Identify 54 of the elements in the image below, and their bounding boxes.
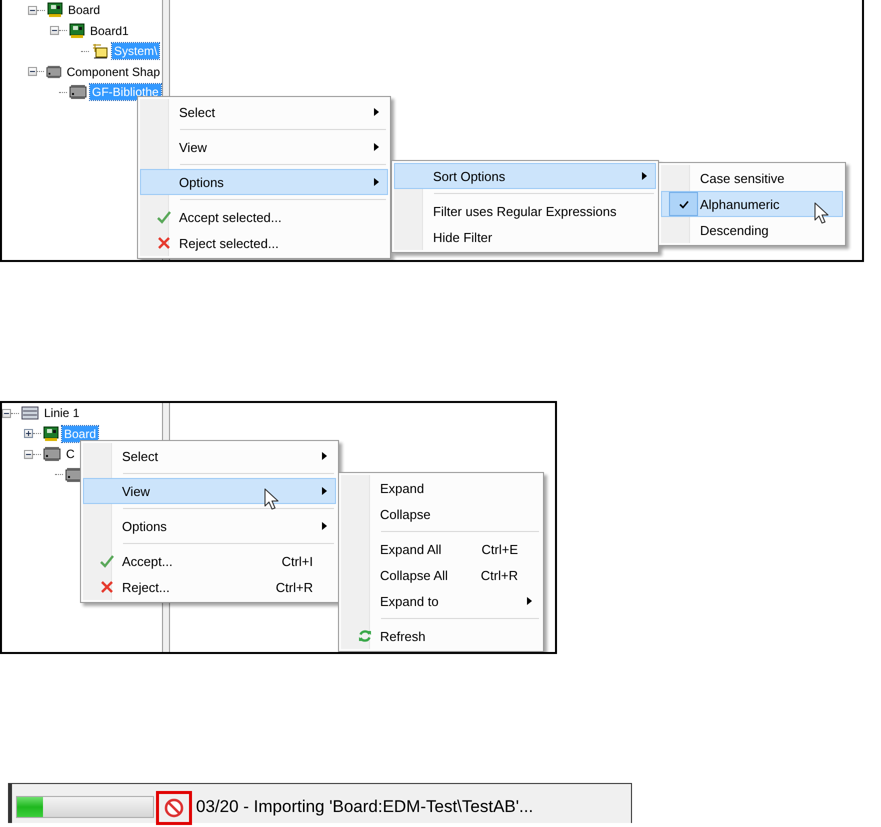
shortcut-label: Ctrl+R [274,580,313,594]
menu-item[interactable]: Accept selected... [140,204,388,230]
menu-item[interactable]: Expand All Ctrl+E [341,536,541,562]
menu-item[interactable]: Sort Options [394,163,656,189]
menu-item[interactable]: View [140,134,388,160]
menu-item[interactable]: Alphanumeric [661,191,843,217]
menu-item[interactable]: Select [83,443,336,469]
schematic-icon [91,43,109,60]
chip-icon [46,64,62,80]
tree-item[interactable]: Linie 1 [42,405,82,422]
menu-item[interactable]: Select [140,99,388,125]
menu-item[interactable]: Reject... Ctrl+R [83,574,336,600]
mouse-pointer-icon [264,488,280,510]
refresh-icon [358,629,372,643]
tree-item[interactable]: Board1 [88,22,131,39]
expand-toggle[interactable] [24,429,33,438]
check-icon [99,554,115,568]
shortcut-label: Ctrl+R [480,568,518,582]
shortcut-label: Ctrl+E [480,542,518,556]
collapse-toggle[interactable] [28,6,37,15]
collapse-toggle[interactable] [50,26,59,36]
cross-icon [157,236,171,250]
cancel-icon[interactable] [164,798,184,818]
status-text: 03/20 - Importing 'Board:EDM-Test\TestAB'... [196,796,534,816]
menu-item[interactable]: Options [83,513,336,539]
tree-item[interactable]: Component Shap [64,64,162,80]
menu-item[interactable]: Accept... Ctrl+I [83,548,336,574]
menu-item[interactable]: Collapse [341,501,541,527]
menu-item[interactable]: Descending [661,217,843,243]
menu-item[interactable]: Collapse All Ctrl+R [341,562,541,588]
menu-item[interactable]: Expand to [341,588,541,614]
menu-item[interactable]: Reject selected... [140,230,388,256]
menu-item[interactable]: Case sensitive [661,165,843,191]
chip-icon [43,446,61,462]
circuit-board-icon [47,2,63,18]
mouse-pointer-icon [814,202,830,224]
menu-item[interactable]: Hide Filter [394,224,656,250]
check-icon [156,210,172,224]
rack-icon [21,405,39,422]
menu-item[interactable]: Filter uses Regular Expressions [394,198,656,224]
menu-item[interactable]: Expand [341,475,541,501]
collapse-toggle[interactable] [24,450,33,459]
cross-icon [100,580,114,594]
menu-item[interactable]: View [83,478,336,504]
circuit-board-icon [43,426,59,442]
menu-item[interactable]: Refresh [341,623,541,649]
circuit-board-icon [69,22,85,39]
tree-item[interactable]: C [64,446,77,462]
chip-icon [69,84,87,100]
tree-item[interactable]: Board [66,2,102,18]
menu-item[interactable]: Options [140,169,388,195]
collapse-toggle[interactable] [28,67,37,76]
shortcut-label: Ctrl+I [280,554,313,568]
collapse-toggle[interactable] [2,408,11,418]
